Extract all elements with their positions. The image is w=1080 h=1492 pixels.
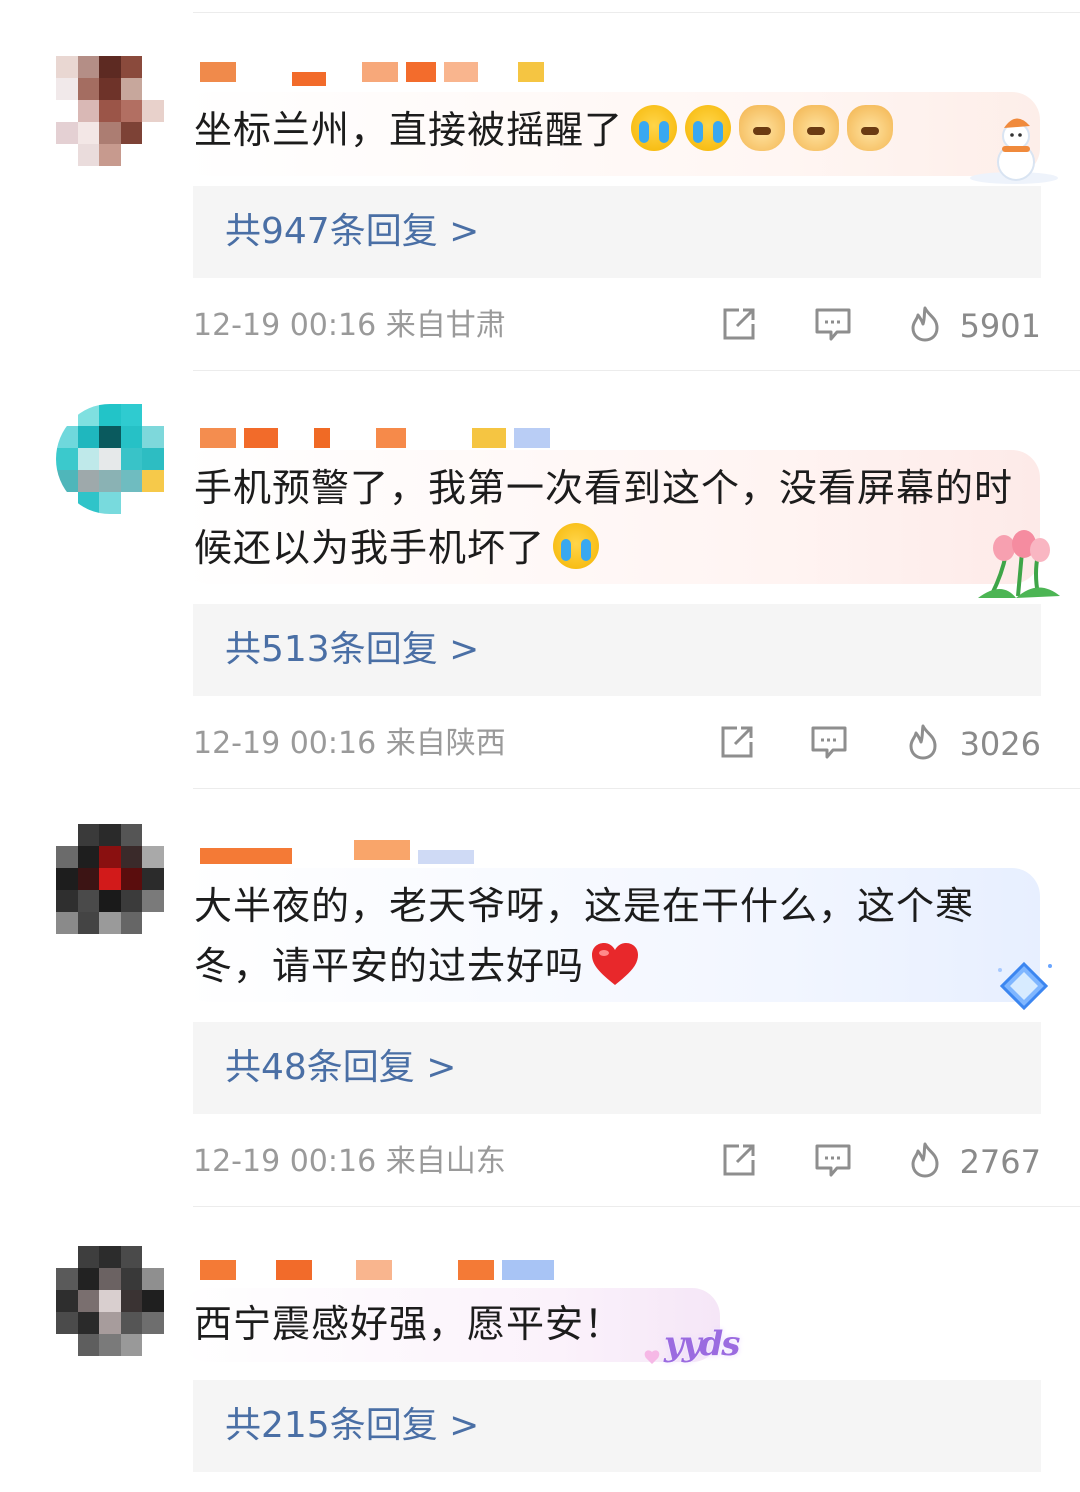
avatar[interactable] — [56, 404, 164, 514]
red-heart-emoji — [592, 943, 639, 985]
view-replies-button[interactable]: 共947条回复 > — [193, 186, 1041, 278]
share-icon[interactable] — [717, 722, 757, 762]
comment-icon[interactable] — [813, 1140, 853, 1180]
username-pixelated[interactable] — [200, 830, 474, 870]
crying-face-emoji — [553, 523, 600, 569]
comment-meta: 12-19 00:16 来自陕西 3026 — [193, 722, 1041, 766]
comment-meta: 12-19 00:16 来自山东 2767 — [193, 1140, 1041, 1184]
comment-icon[interactable] — [809, 722, 849, 762]
crying-dog-emoji — [847, 105, 894, 151]
timestamp: 12-19 00:16 来自山东 — [193, 1144, 506, 1179]
view-replies-button[interactable]: 共48条回复 > — [193, 1022, 1041, 1114]
view-replies-button[interactable]: 共513条回复 > — [193, 604, 1041, 696]
avatar[interactable] — [56, 1246, 164, 1356]
username-pixelated[interactable] — [200, 52, 544, 92]
divider — [193, 788, 1080, 789]
divider — [193, 12, 1080, 13]
avatar[interactable] — [56, 824, 164, 934]
tulip-badge — [978, 530, 1060, 598]
comment-text: 手机预警了，我第一次看到这个，没看屏幕的时候还以为我手机坏了 — [194, 466, 1014, 570]
yyds-badge: yyds — [640, 1322, 740, 1372]
like-count: 5901 — [959, 307, 1041, 345]
comment-meta: 12-19 00:16 来自甘肃 5901 — [193, 304, 1041, 348]
avatar[interactable] — [56, 56, 164, 166]
crying-face-emoji — [631, 105, 678, 151]
comment-icon[interactable] — [813, 304, 853, 344]
crying-dog-emoji — [793, 105, 840, 151]
snowman-badge — [970, 118, 1058, 184]
like-fire-icon[interactable] — [903, 722, 943, 762]
like-count: 3026 — [959, 725, 1041, 763]
divider — [193, 370, 1080, 371]
like-fire-icon[interactable] — [905, 1140, 945, 1180]
comment-text: 西宁震感好强，愿平安！ — [194, 1302, 624, 1346]
crying-dog-emoji — [739, 105, 786, 151]
share-icon[interactable] — [719, 1140, 759, 1180]
timestamp: 12-19 00:16 来自甘肃 — [193, 308, 506, 343]
view-replies-button[interactable]: 共215条回复 > — [193, 1380, 1041, 1472]
timestamp: 12-19 00:16 来自陕西 — [193, 726, 506, 761]
diamond-badge — [998, 961, 1052, 1011]
comment-text: 坐标兰州，直接被摇醒了 — [194, 100, 1014, 160]
comment-text: 大半夜的，老天爷呀，这是在干什么，这个寒冬，请平安的过去好吗 — [194, 884, 975, 988]
crying-face-emoji — [685, 105, 732, 151]
divider — [193, 1206, 1080, 1207]
like-count: 2767 — [959, 1143, 1041, 1181]
yyds-text: yyds — [664, 1324, 740, 1364]
username-pixelated[interactable] — [200, 1250, 554, 1290]
share-icon[interactable] — [719, 304, 759, 344]
like-fire-icon[interactable] — [905, 304, 945, 344]
